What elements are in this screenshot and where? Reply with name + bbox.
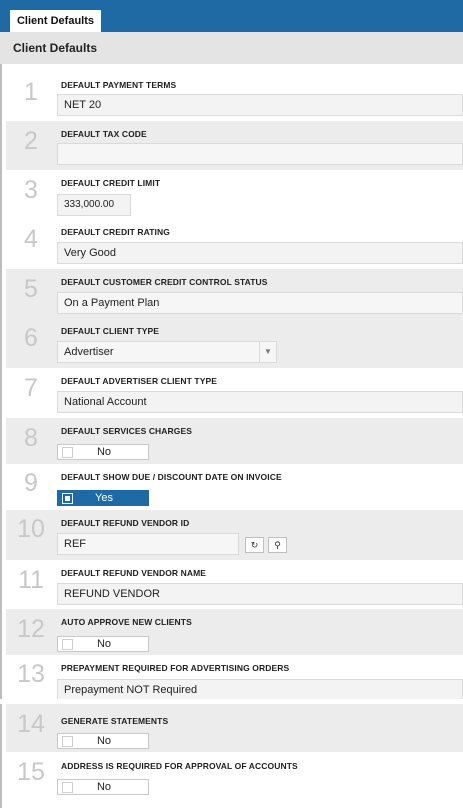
row-label: DEFAULT REFUND VENDOR ID — [61, 518, 190, 528]
toggle-label: No — [96, 781, 112, 793]
row-number: 8 — [24, 424, 38, 452]
default-client-type-select[interactable]: Advertiser ▼ — [57, 341, 277, 363]
setting-row-address-required: 15 ADDRESS IS REQUIRED FOR APPROVAL OF A… — [6, 752, 463, 808]
generate-statements-toggle[interactable]: No — [57, 733, 149, 749]
default-credit-limit-field[interactable]: 333,000.00 — [57, 194, 131, 216]
row-number: 14 — [17, 710, 45, 738]
address-required-toggle[interactable]: No — [57, 779, 149, 795]
top-tab-bar: Client Defaults — [0, 0, 463, 32]
setting-row-credit-control-status: 5 DEFAULT CUSTOMER CREDIT CONTROL STATUS… — [6, 269, 463, 318]
auto-approve-clients-toggle[interactable]: No — [57, 636, 149, 652]
setting-row-prepayment-required: 13 PREPAYMENT REQUIRED FOR ADVERTISING O… — [6, 655, 463, 701]
row-label: DEFAULT ADVERTISER CLIENT TYPE — [61, 376, 218, 386]
setting-row-refund-vendor-id: 10 DEFAULT REFUND VENDOR ID REF ↻ ⚲ — [6, 510, 463, 560]
row-label: GENERATE STATEMENTS — [61, 716, 169, 726]
row-number: 15 — [17, 758, 45, 786]
setting-row-generate-statements: 14 GENERATE STATEMENTS No — [6, 704, 463, 752]
row-label: DEFAULT PAYMENT TERMS — [61, 80, 177, 90]
services-charges-toggle[interactable]: No — [57, 444, 149, 460]
row-label: DEFAULT REFUND VENDOR NAME — [61, 568, 207, 578]
row-number: 3 — [24, 176, 38, 204]
row-label: DEFAULT CREDIT RATING — [61, 227, 170, 237]
row-label: DEFAULT SHOW DUE / DISCOUNT DATE ON INVO… — [61, 472, 282, 482]
default-tax-code-field[interactable] — [57, 143, 463, 165]
row-label: ADDRESS IS REQUIRED FOR APPROVAL OF ACCO… — [61, 761, 298, 771]
setting-row-refund-vendor-name: 11 DEFAULT REFUND VENDOR NAME REFUND VEN… — [6, 560, 463, 609]
row-number: 9 — [24, 469, 38, 497]
row-number: 1 — [24, 78, 38, 106]
setting-row-show-due-discount-date: 9 DEFAULT SHOW DUE / DISCOUNT DATE ON IN… — [6, 464, 463, 510]
default-credit-rating-field[interactable]: Very Good — [57, 242, 463, 264]
setting-row-advertiser-client-type: 7 DEFAULT ADVERTISER CLIENT TYPE Nationa… — [6, 368, 463, 418]
row-number: 4 — [24, 225, 38, 253]
row-label: DEFAULT TAX CODE — [61, 129, 147, 139]
setting-row-auto-approve-clients: 12 AUTO APPROVE NEW CLIENTS No — [6, 609, 463, 655]
toggle-label: No — [96, 446, 112, 458]
row-number: 11 — [18, 566, 44, 594]
row-number: 2 — [24, 127, 38, 155]
setting-row-default-payment-terms: 1 DEFAULT PAYMENT TERMS NET 20 — [6, 73, 463, 121]
row-label: DEFAULT CREDIT LIMIT — [61, 178, 161, 188]
row-number: 6 — [24, 324, 38, 352]
toggle-label: Yes — [95, 492, 113, 504]
setting-row-default-credit-limit: 3 DEFAULT CREDIT LIMIT 333,000.00 — [6, 170, 463, 219]
refresh-icon[interactable]: ↻ — [245, 537, 264, 553]
row-number: 13 — [17, 660, 45, 688]
toggle-label: No — [96, 735, 112, 747]
credit-control-status-field[interactable]: On a Payment Plan — [57, 292, 463, 314]
setting-row-default-client-type: 6 DEFAULT CLIENT TYPE Advertiser ▼ — [6, 318, 463, 368]
prepayment-required-field[interactable]: Prepayment NOT Required — [57, 679, 463, 701]
refund-vendor-name-field[interactable]: REFUND VENDOR — [57, 583, 463, 605]
section-header: Client Defaults — [0, 32, 463, 64]
chevron-down-icon[interactable]: ▼ — [259, 342, 276, 362]
row-label: DEFAULT SERVICES CHARGES — [61, 426, 193, 436]
default-payment-terms-field[interactable]: NET 20 — [57, 94, 463, 116]
page-title: Client Defaults — [13, 41, 98, 55]
row-label: DEFAULT CUSTOMER CREDIT CONTROL STATUS — [61, 277, 268, 287]
selected-value: Advertiser — [64, 346, 114, 358]
toggle-label: No — [96, 638, 112, 650]
row-label: AUTO APPROVE NEW CLIENTS — [61, 617, 192, 627]
show-due-discount-date-toggle[interactable]: Yes — [57, 490, 149, 506]
refund-vendor-id-field[interactable]: REF — [57, 533, 239, 555]
setting-row-services-charges: 8 DEFAULT SERVICES CHARGES No — [6, 418, 463, 464]
left-border — [0, 64, 2, 808]
row-label: PREPAYMENT REQUIRED FOR ADVERTISING ORDE… — [61, 663, 290, 673]
setting-row-default-credit-rating: 4 DEFAULT CREDIT RATING Very Good — [6, 219, 463, 269]
row-label: DEFAULT CLIENT TYPE — [61, 326, 160, 336]
advertiser-client-type-field[interactable]: National Account — [57, 391, 463, 413]
row-number: 12 — [17, 615, 45, 643]
tab-client-defaults[interactable]: Client Defaults — [10, 10, 101, 32]
row-number: 7 — [24, 374, 38, 402]
row-number: 5 — [24, 275, 38, 303]
search-icon[interactable]: ⚲ — [268, 537, 287, 553]
setting-row-default-tax-code: 2 DEFAULT TAX CODE — [6, 121, 463, 170]
row-number: 10 — [17, 515, 45, 543]
